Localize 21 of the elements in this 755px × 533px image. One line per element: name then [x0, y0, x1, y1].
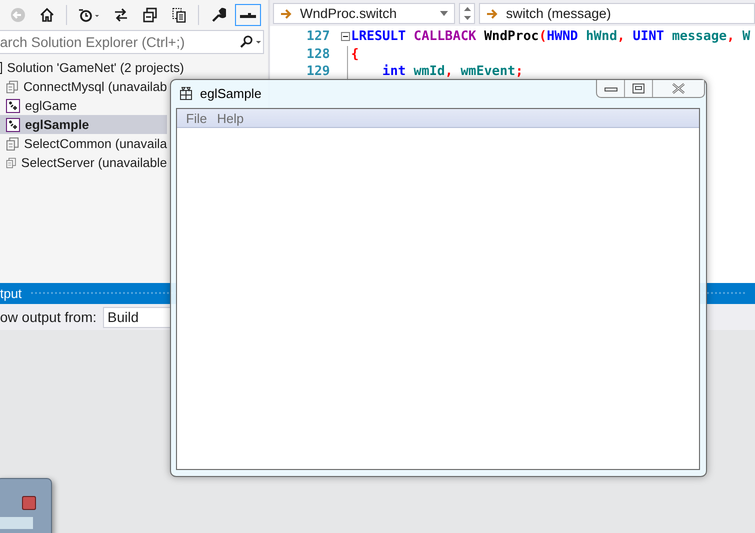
line-number: 128 [306, 46, 331, 62]
tree-item[interactable]: Solution 'GameNet' (2 projects) [0, 58, 184, 77]
panel-title: tput [0, 286, 22, 301]
code-line: { [351, 46, 359, 62]
menu-item[interactable]: Help [212, 110, 249, 126]
scope-dropdown[interactable]: switch (message) [479, 3, 755, 24]
output-source-dropdown[interactable]: Build [102, 306, 170, 328]
menu-item[interactable]: File [181, 110, 212, 126]
code-line: int wmId, wmEvent; [381, 64, 524, 80]
line-number: 127 [306, 29, 331, 44]
field-label: ow output from: [0, 309, 96, 325]
member-dropdown[interactable]: WndProc.switch [273, 3, 455, 24]
tree-item[interactable]: ConnectMysql (unavailab [0, 77, 167, 96]
tree-item[interactable]: SelectCommon (unavaila [0, 134, 167, 153]
window-title: eglSample [200, 86, 262, 101]
tree-item[interactable]: SelectServer (unavailable [0, 153, 167, 172]
tree-item[interactable]: eglGame [0, 96, 167, 115]
tree-item[interactable]: eglSample [0, 115, 167, 134]
code-line: LRESULT CALLBACK WndProc(HWND hWnd, UINT message, W [351, 29, 750, 44]
line-number: 129 [306, 64, 331, 80]
search-field[interactable]: arch Solution Explorer (Ctrl+;) [0, 30, 264, 54]
